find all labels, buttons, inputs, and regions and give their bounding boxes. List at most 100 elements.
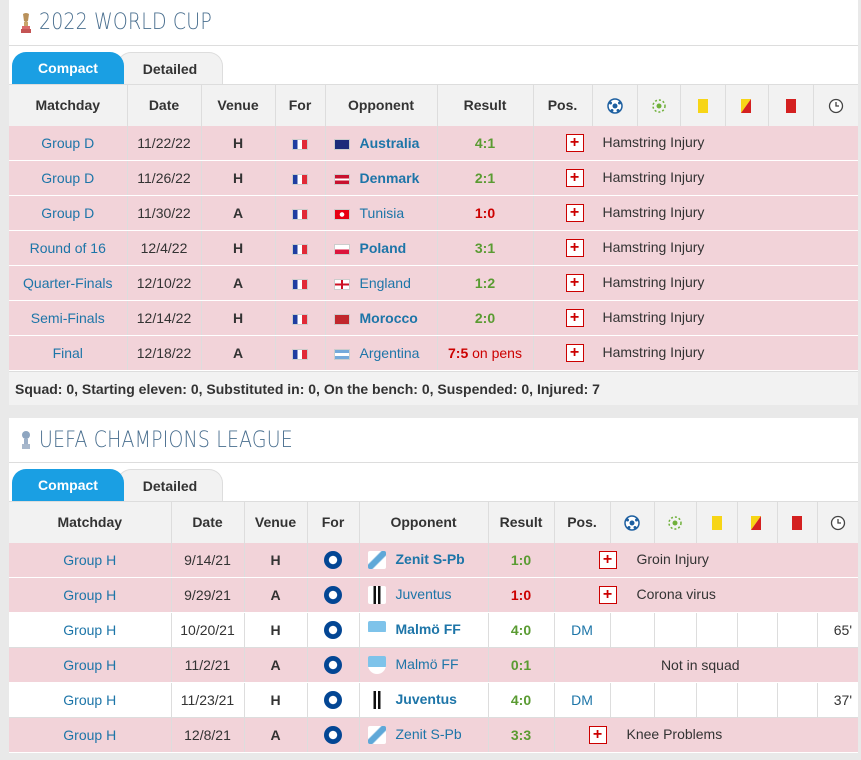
matchday-cell[interactable]: Group H xyxy=(9,612,172,648)
juventus-crest-icon[interactable] xyxy=(367,586,386,605)
tab-compact[interactable]: Compact xyxy=(12,469,124,501)
england-flag-icon[interactable] xyxy=(333,278,350,290)
col-venue[interactable]: Venue xyxy=(201,84,276,126)
col-result[interactable]: Result xyxy=(488,501,555,543)
france-flag-icon[interactable] xyxy=(292,173,308,185)
result-link[interactable]: 4:0 xyxy=(511,692,531,708)
col-matchday[interactable]: Matchday xyxy=(9,501,172,543)
tab-detailed[interactable]: Detailed xyxy=(117,469,223,501)
opponent-link[interactable]: Malmö FF xyxy=(396,621,461,637)
france-flag-icon[interactable] xyxy=(292,138,308,150)
poland-flag-icon[interactable] xyxy=(333,243,350,255)
result-link[interactable]: 3:1 xyxy=(475,240,495,256)
col-date[interactable]: Date xyxy=(127,84,202,126)
col-goals[interactable] xyxy=(592,84,638,126)
col-venue[interactable]: Venue xyxy=(244,501,308,543)
col-red[interactable] xyxy=(768,84,814,126)
result-link[interactable]: 4:1 xyxy=(475,135,495,151)
col-yellow[interactable] xyxy=(696,501,738,543)
denmark-flag-icon[interactable] xyxy=(333,173,350,185)
matchday-cell[interactable]: Quarter-Finals xyxy=(9,265,128,301)
chelsea-crest-icon[interactable] xyxy=(324,726,342,745)
col-matchday[interactable]: Matchday xyxy=(9,84,128,126)
result-link[interactable]: 4:0 xyxy=(511,622,531,638)
col-second-yellow[interactable] xyxy=(725,84,769,126)
matchday-cell[interactable]: Semi-Finals xyxy=(9,300,128,336)
matchday-cell[interactable]: Group H xyxy=(9,577,172,613)
result-link[interactable]: 3:3 xyxy=(511,727,531,743)
col-result[interactable]: Result xyxy=(437,84,534,126)
result-cell: 4:1 xyxy=(437,125,534,161)
opponent-link[interactable]: Australia xyxy=(360,135,420,151)
chelsea-crest-icon[interactable] xyxy=(324,586,342,605)
col-pos[interactable]: Pos. xyxy=(533,84,593,126)
france-flag-icon[interactable] xyxy=(292,208,308,220)
opponent-link[interactable]: Zenit S-Pb xyxy=(396,726,462,742)
france-flag-icon[interactable] xyxy=(292,348,308,360)
col-assists[interactable] xyxy=(654,501,697,543)
for-cell xyxy=(275,300,326,336)
col-assists[interactable] xyxy=(637,84,681,126)
opponent-link[interactable]: Poland xyxy=(360,240,407,256)
opponent-link[interactable]: Malmö FF xyxy=(396,656,459,672)
matchday-cell[interactable]: Group H xyxy=(9,682,172,718)
chelsea-crest-icon[interactable] xyxy=(324,621,342,640)
result-link[interactable]: 2:1 xyxy=(475,170,495,186)
col-second-yellow[interactable] xyxy=(737,501,778,543)
tab-detailed[interactable]: Detailed xyxy=(117,52,223,84)
second-yellow-card-icon xyxy=(751,515,761,530)
argentina-flag-icon[interactable] xyxy=(333,348,350,360)
matchday-cell[interactable]: Group H xyxy=(9,542,172,578)
chelsea-crest-icon[interactable] xyxy=(324,656,342,675)
opponent-link[interactable]: Zenit S-Pb xyxy=(396,551,465,567)
matchday-cell[interactable]: Group H xyxy=(9,647,172,683)
result-link[interactable]: 1:2 xyxy=(475,275,495,291)
col-for[interactable]: For xyxy=(307,501,360,543)
col-minutes[interactable] xyxy=(813,84,858,126)
matchday-cell[interactable]: Group D xyxy=(9,125,128,161)
france-flag-icon[interactable] xyxy=(292,278,308,290)
col-yellow[interactable] xyxy=(680,84,726,126)
tunisia-flag-icon[interactable] xyxy=(333,208,350,220)
zenit-crest-icon[interactable] xyxy=(367,726,386,745)
matchday-cell[interactable]: Round of 16 xyxy=(9,230,128,266)
zenit-crest-icon[interactable] xyxy=(367,550,386,569)
morocco-flag-icon[interactable] xyxy=(333,313,350,325)
col-for[interactable]: For xyxy=(275,84,326,126)
matchday-cell[interactable]: Final xyxy=(9,335,128,371)
france-flag-icon[interactable] xyxy=(292,243,308,255)
col-minutes[interactable] xyxy=(817,501,858,543)
result-link[interactable]: 1:0 xyxy=(511,552,531,568)
opponent-link[interactable]: Juventus xyxy=(396,691,457,707)
opponent-link[interactable]: Juventus xyxy=(396,586,452,602)
result-link[interactable]: 1:0 xyxy=(511,587,531,603)
col-red[interactable] xyxy=(777,501,818,543)
col-date[interactable]: Date xyxy=(171,501,245,543)
malmo-crest-icon[interactable] xyxy=(367,656,386,675)
juventus-crest-icon[interactable] xyxy=(367,691,386,710)
chelsea-crest-icon[interactable] xyxy=(324,691,342,710)
col-opponent[interactable]: Opponent xyxy=(325,84,438,126)
col-goals[interactable] xyxy=(610,501,655,543)
col-pos[interactable]: Pos. xyxy=(554,501,611,543)
result-link[interactable]: 2:0 xyxy=(475,310,495,326)
result-link[interactable]: 0:1 xyxy=(511,657,531,673)
venue-cell: H xyxy=(201,230,276,266)
opponent-link[interactable]: Denmark xyxy=(360,170,420,186)
result-link[interactable]: 1:0 xyxy=(475,205,495,221)
malmo-crest-icon[interactable] xyxy=(367,621,386,640)
opponent-link[interactable]: Tunisia xyxy=(360,205,405,221)
matchday-cell[interactable]: Group D xyxy=(9,160,128,196)
matchday-cell[interactable]: Group H xyxy=(9,717,172,753)
result-link[interactable]: 7:5 on pens xyxy=(448,345,522,361)
opponent-cell: Morocco xyxy=(325,300,438,336)
australia-flag-icon[interactable] xyxy=(333,138,350,150)
opponent-link[interactable]: Argentina xyxy=(360,345,420,361)
opponent-link[interactable]: Morocco xyxy=(360,310,418,326)
tab-compact[interactable]: Compact xyxy=(12,52,124,84)
matchday-cell[interactable]: Group D xyxy=(9,195,128,231)
chelsea-crest-icon[interactable] xyxy=(324,550,342,569)
col-opponent[interactable]: Opponent xyxy=(359,501,489,543)
france-flag-icon[interactable] xyxy=(292,313,308,325)
opponent-link[interactable]: England xyxy=(360,275,411,291)
